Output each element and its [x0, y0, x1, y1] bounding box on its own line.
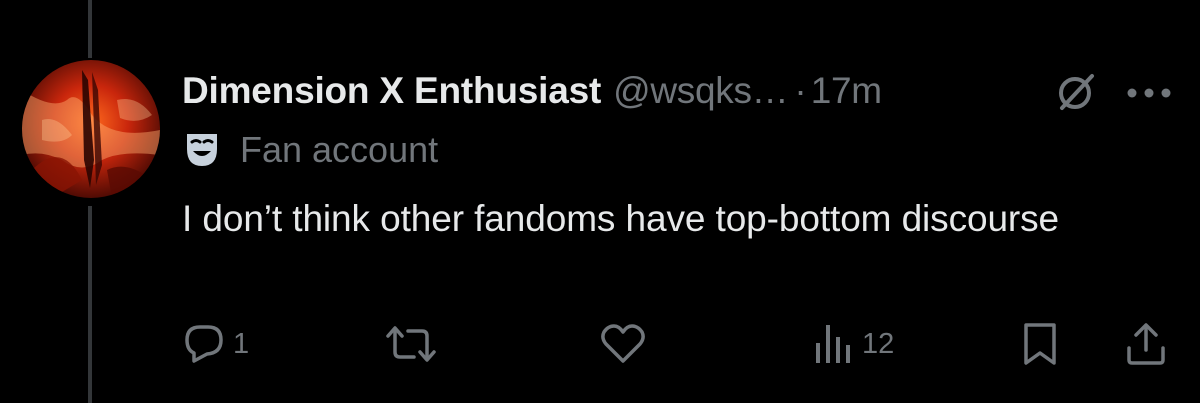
tweet-header: Dimension X Enthusiast @wsqks… · 17m [182, 66, 882, 116]
account-label-text: Fan account [240, 129, 439, 170]
reply-count: 1 [233, 327, 250, 360]
thread-line-top [88, 0, 92, 58]
reply-icon [185, 325, 223, 363]
heart-icon [601, 324, 645, 363]
avatar-image [22, 60, 160, 198]
grok-icon[interactable] [1054, 72, 1098, 112]
handle[interactable]: @wsqks… [613, 70, 789, 112]
display-name[interactable]: Dimension X Enthusiast [182, 70, 601, 112]
share-button[interactable] [1124, 320, 1168, 368]
tweet-text: I don’t think other fandoms have top-bot… [182, 198, 1060, 239]
separator-dot: · [794, 70, 807, 111]
thread-line-bottom [88, 206, 92, 403]
views-count: 12 [862, 327, 895, 360]
reply-button[interactable]: 1 [183, 320, 249, 368]
views-button[interactable]: 12 [814, 320, 894, 368]
theater-mask-icon [187, 134, 217, 166]
views-icon [816, 325, 850, 363]
timestamp[interactable]: 17m [811, 70, 882, 112]
share-icon [1127, 323, 1165, 365]
more-options-icon[interactable] [1126, 86, 1172, 98]
avatar[interactable] [22, 60, 160, 198]
retweet-button[interactable] [384, 320, 438, 368]
bookmark-icon [1024, 323, 1056, 365]
retweet-icon [386, 326, 436, 362]
like-button[interactable] [600, 320, 646, 368]
account-label[interactable]: Fan account [184, 127, 438, 173]
bookmark-button[interactable] [1022, 320, 1058, 368]
